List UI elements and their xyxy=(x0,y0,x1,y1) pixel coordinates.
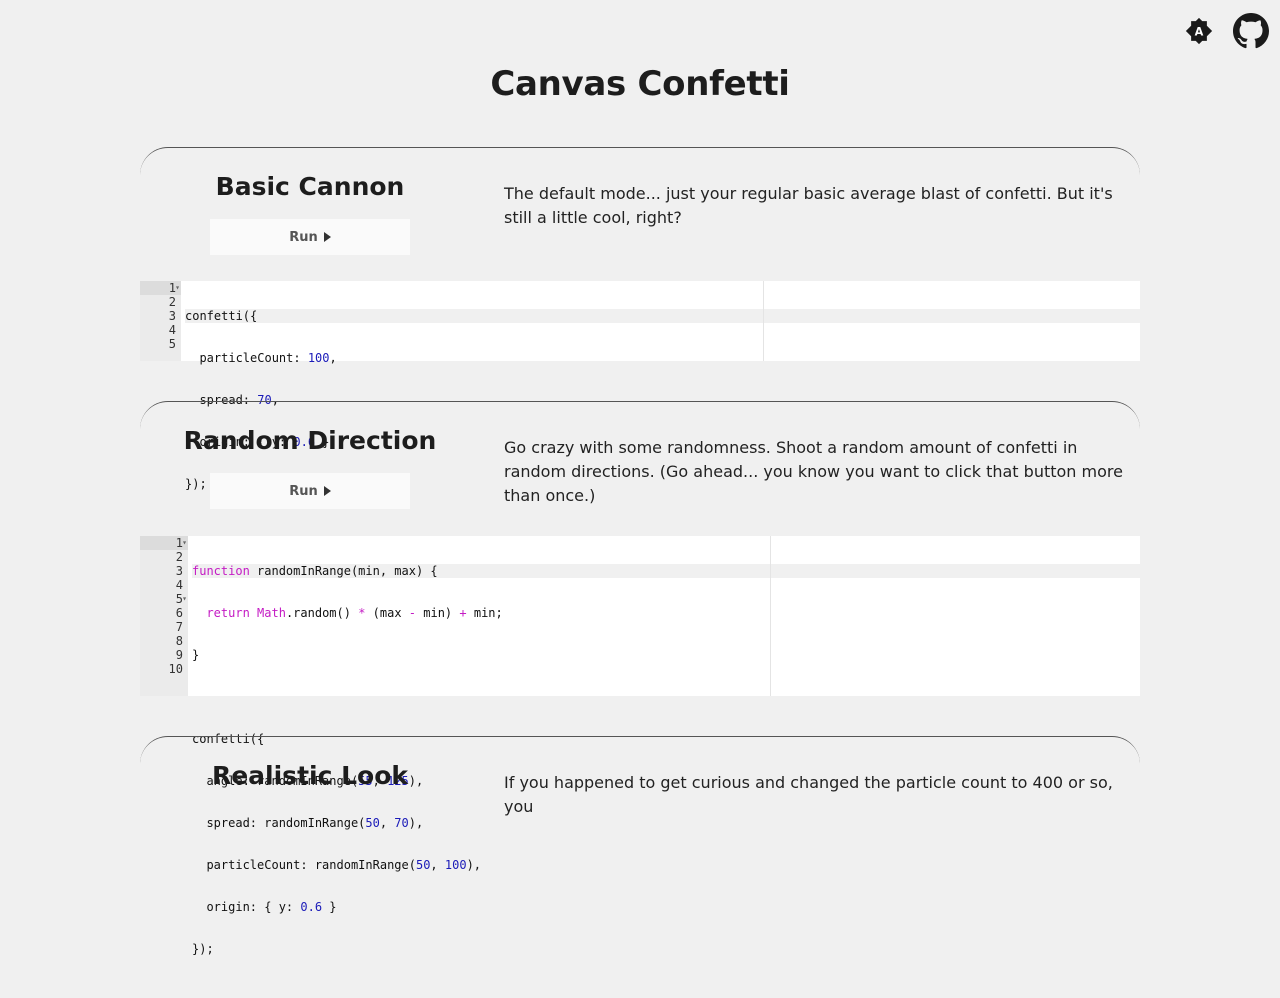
line-number: 7 xyxy=(175,620,183,634)
demo-random-direction: Random Direction Run Go crazy with some … xyxy=(140,401,1140,956)
code-editor[interactable]: 1 ▾ 2 3 4 5 ▾ 6 7 8 9 10 function randomIn… xyxy=(140,536,1140,956)
code-line: } xyxy=(192,648,200,662)
line-number: 10 xyxy=(168,662,183,676)
run-button-label: Run xyxy=(289,229,318,245)
editor-gutter: 1 ▾ 2 3 4 5 xyxy=(140,281,181,361)
demo-description: If you happened to get curious and chang… xyxy=(504,773,1113,816)
code-line: particleCount: 100, xyxy=(185,351,337,365)
line-number: 2 xyxy=(168,295,176,309)
print-margin xyxy=(763,281,764,361)
line-number: 4 xyxy=(168,323,176,337)
play-icon xyxy=(323,232,331,242)
demo-basic-cannon: Basic Cannon Run The default mode... jus… xyxy=(140,147,1140,491)
header-icons: A xyxy=(1180,12,1270,50)
run-button[interactable]: Run xyxy=(210,219,410,255)
code-editor[interactable]: 1 ▾ 2 3 4 5 confetti({ particleCount: 100… xyxy=(140,281,1140,491)
demo-description: Go crazy with some randomness. Shoot a r… xyxy=(504,438,1123,505)
play-icon xyxy=(323,486,331,496)
editor-gutter: 1 ▾ 2 3 4 5 ▾ 6 7 8 9 10 xyxy=(140,536,188,696)
demo-title: Realistic Look xyxy=(211,761,409,790)
code-line: origin: { y: 0.6 } xyxy=(192,900,337,914)
line-number: 3 xyxy=(175,564,183,578)
line-number: 4 xyxy=(175,578,183,592)
fold-icon: ▾ xyxy=(182,594,187,603)
editor-code[interactable]: function randomInRange(min, max) { retur… xyxy=(188,536,1140,956)
code-line: function randomInRange(min, max) { xyxy=(192,564,1140,578)
fold-icon: ▾ xyxy=(175,283,180,292)
code-line: confetti({ xyxy=(185,309,1140,323)
demo-description: The default mode... just your regular ba… xyxy=(504,184,1113,227)
demo-title: Basic Cannon xyxy=(215,172,405,201)
line-number: 2 xyxy=(175,550,183,564)
line-number: 6 xyxy=(175,606,183,620)
svg-text:A: A xyxy=(1195,26,1204,39)
line-number: 5 ▾ xyxy=(175,592,187,606)
line-number: 1 ▾ xyxy=(140,536,188,550)
code-line: return Math.random() * (max - min) + min… xyxy=(206,606,503,620)
github-icon[interactable] xyxy=(1232,12,1270,50)
code-line: ​ xyxy=(192,690,1140,704)
theme-toggle-icon[interactable]: A xyxy=(1180,12,1218,50)
line-number: 3 xyxy=(168,309,176,323)
editor-code[interactable]: confetti({ particleCount: 100, spread: 7… xyxy=(181,281,1140,491)
code-line: }); xyxy=(192,942,214,956)
fold-icon: ▾ xyxy=(182,538,187,547)
line-number: 8 xyxy=(175,634,183,648)
demo-realistic-look: Realistic Look If you happened to get cu… xyxy=(140,736,1140,870)
print-margin xyxy=(770,536,771,696)
line-number: 9 xyxy=(175,648,183,662)
line-number: 1 ▾ xyxy=(140,281,181,295)
demo-title: Random Direction xyxy=(183,426,437,455)
page-title: Canvas Confetti xyxy=(490,64,790,104)
run-button-label: Run xyxy=(289,483,318,499)
line-number: 5 xyxy=(168,337,176,351)
run-button[interactable]: Run xyxy=(210,473,410,509)
